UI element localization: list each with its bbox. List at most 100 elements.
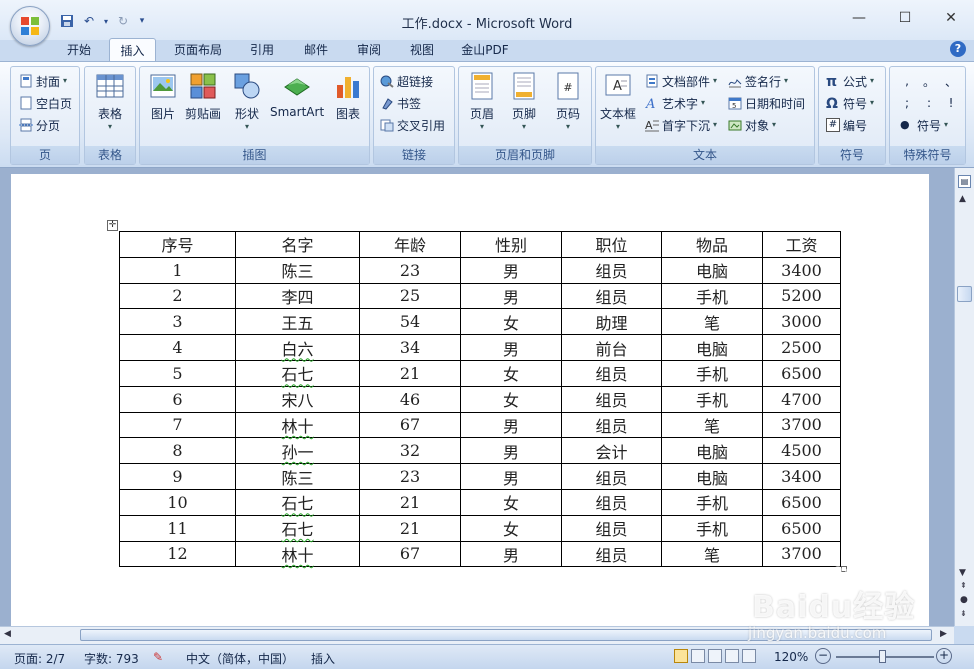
table-cell[interactable]: 46: [359, 385, 461, 413]
wordart-button[interactable]: A 艺术字 ▾: [645, 93, 705, 113]
table-cell[interactable]: 白六: [235, 334, 360, 361]
table-cell[interactable]: 女: [460, 514, 562, 542]
tab-kingsoft-pdf[interactable]: 金山PDF: [452, 38, 518, 62]
proofing-icon[interactable]: ✎: [153, 650, 163, 664]
table-cell[interactable]: 陈三: [235, 463, 360, 490]
table-cell[interactable]: 组员: [561, 463, 662, 490]
smartart-button[interactable]: SmartArt: [270, 71, 324, 119]
scroll-up-icon[interactable]: ▲: [959, 194, 966, 204]
table-cell[interactable]: 助理: [561, 308, 662, 336]
hyperlink-button[interactable]: 超链接: [380, 71, 433, 91]
previous-page-icon[interactable]: ⇞: [960, 581, 967, 590]
close-button[interactable]: ✕: [928, 0, 974, 36]
table-cell[interactable]: 女: [460, 359, 562, 387]
table-cell[interactable]: 10: [119, 488, 236, 516]
outline-view-icon[interactable]: [725, 649, 739, 663]
table-cell[interactable]: 组员: [561, 256, 662, 284]
signature-line-button[interactable]: 签名行 ▾: [728, 71, 788, 91]
tab-review[interactable]: 审阅: [347, 38, 391, 62]
shapes-button[interactable]: 形状 ▾: [232, 71, 262, 132]
table-header-cell[interactable]: 职位: [561, 231, 662, 258]
word-count[interactable]: 字数: 793: [84, 650, 139, 667]
table-cell[interactable]: 32: [359, 437, 461, 465]
table-cell[interactable]: 3400: [762, 463, 841, 490]
table-cell[interactable]: 李四: [235, 282, 360, 310]
table-cell[interactable]: 笔: [661, 411, 763, 439]
tab-references[interactable]: 引用: [240, 38, 284, 62]
table-cell[interactable]: 笔: [661, 308, 763, 336]
minimize-button[interactable]: —: [836, 0, 882, 36]
table-move-handle-icon[interactable]: ✛: [107, 220, 118, 231]
table-cell[interactable]: 7: [119, 411, 236, 439]
tab-view[interactable]: 视图: [400, 38, 444, 62]
table-cell[interactable]: 3: [119, 308, 236, 336]
table-header-cell[interactable]: 序号: [119, 231, 236, 258]
table-cell[interactable]: 手机: [661, 359, 763, 387]
table-cell[interactable]: 5: [119, 359, 236, 387]
page-break-button[interactable]: 分页: [19, 115, 60, 135]
table-cell[interactable]: 电脑: [661, 256, 763, 284]
table-cell[interactable]: 6: [119, 385, 236, 413]
table-cell[interactable]: 11: [119, 514, 236, 542]
tab-page-layout[interactable]: 页面布局: [166, 38, 230, 62]
office-button[interactable]: [10, 6, 50, 46]
table-cell[interactable]: 8: [119, 437, 236, 465]
table-cell[interactable]: 4500: [762, 437, 841, 465]
special-mark-button[interactable]: ;: [900, 93, 914, 113]
header-button[interactable]: 页眉 ▾: [467, 71, 497, 132]
table-cell[interactable]: 男: [460, 411, 562, 439]
table-header-cell[interactable]: 工资: [762, 231, 841, 258]
object-button[interactable]: 对象 ▾: [728, 115, 776, 135]
insert-mode-indicator[interactable]: 插入: [311, 650, 335, 667]
table-cell[interactable]: 王五: [235, 308, 360, 336]
next-page-icon[interactable]: ⇟: [960, 609, 967, 618]
table-cell[interactable]: 5200: [762, 282, 841, 310]
table-cell[interactable]: 电脑: [661, 437, 763, 465]
table-cell[interactable]: 前台: [561, 334, 662, 361]
table-cell[interactable]: 3700: [762, 411, 841, 439]
zoom-level[interactable]: 120%: [774, 650, 808, 664]
table-cell[interactable]: 组员: [561, 488, 662, 516]
special-mark-button[interactable]: !: [944, 93, 958, 113]
table-cell[interactable]: 男: [460, 282, 562, 310]
table-cell[interactable]: 会计: [561, 437, 662, 465]
scroll-right-icon[interactable]: ▶: [940, 629, 947, 639]
page-number-button[interactable]: # 页码 ▾: [553, 71, 583, 132]
special-mark-button[interactable]: :: [922, 93, 936, 113]
table-cell[interactable]: 女: [460, 385, 562, 413]
full-screen-view-icon[interactable]: [691, 649, 705, 663]
table-cell[interactable]: 林十: [235, 540, 360, 568]
table-cell[interactable]: 男: [460, 540, 562, 568]
table-button[interactable]: 表格 ▾: [95, 71, 125, 132]
table-cell[interactable]: 34: [359, 334, 461, 361]
table-cell[interactable]: 21: [359, 514, 461, 542]
vertical-scrollbar[interactable]: ▤ ▲ ▼ ⇞ ● ⇟: [954, 168, 974, 626]
table-cell[interactable]: 林十: [235, 411, 360, 439]
equation-button[interactable]: π 公式 ▾: [826, 71, 874, 91]
table-cell[interactable]: 6500: [762, 488, 841, 516]
table-cell[interactable]: 67: [359, 540, 461, 568]
document-page[interactable]: ✛ 序号 名字 年龄 性别 职位 物品 工资 1 陈三 23 男组员 电脑 3400 2 李四 25 男组员 手机…: [11, 174, 929, 626]
table-cell[interactable]: 4: [119, 334, 236, 361]
table-header-cell[interactable]: 名字: [235, 231, 360, 258]
table-cell[interactable]: 石七: [235, 488, 360, 516]
table-cell[interactable]: 组员: [561, 540, 662, 568]
table-cell[interactable]: 3400: [762, 256, 841, 284]
scroll-thumb[interactable]: [957, 286, 972, 302]
table-cell[interactable]: 男: [460, 334, 562, 361]
table-cell[interactable]: 手机: [661, 282, 763, 310]
special-symbol-button[interactable]: ● 符号 ▾: [900, 115, 948, 135]
date-time-button[interactable]: 5 日期和时间: [728, 93, 805, 113]
scroll-left-icon[interactable]: ◀: [4, 629, 11, 639]
table-cell[interactable]: 组员: [561, 282, 662, 310]
table-header-cell[interactable]: 性别: [460, 231, 562, 258]
zoom-out-icon[interactable]: −: [815, 648, 831, 664]
table-cell[interactable]: 2500: [762, 334, 841, 361]
table-cell[interactable]: 宋八: [235, 385, 360, 413]
table-cell[interactable]: 54: [359, 308, 461, 336]
table-cell[interactable]: 9: [119, 463, 236, 490]
table-cell[interactable]: 男: [460, 437, 562, 465]
maximize-button[interactable]: ☐: [882, 0, 928, 36]
zoom-slider-thumb[interactable]: [879, 650, 886, 663]
quick-parts-button[interactable]: 文档部件 ▾: [645, 71, 717, 91]
